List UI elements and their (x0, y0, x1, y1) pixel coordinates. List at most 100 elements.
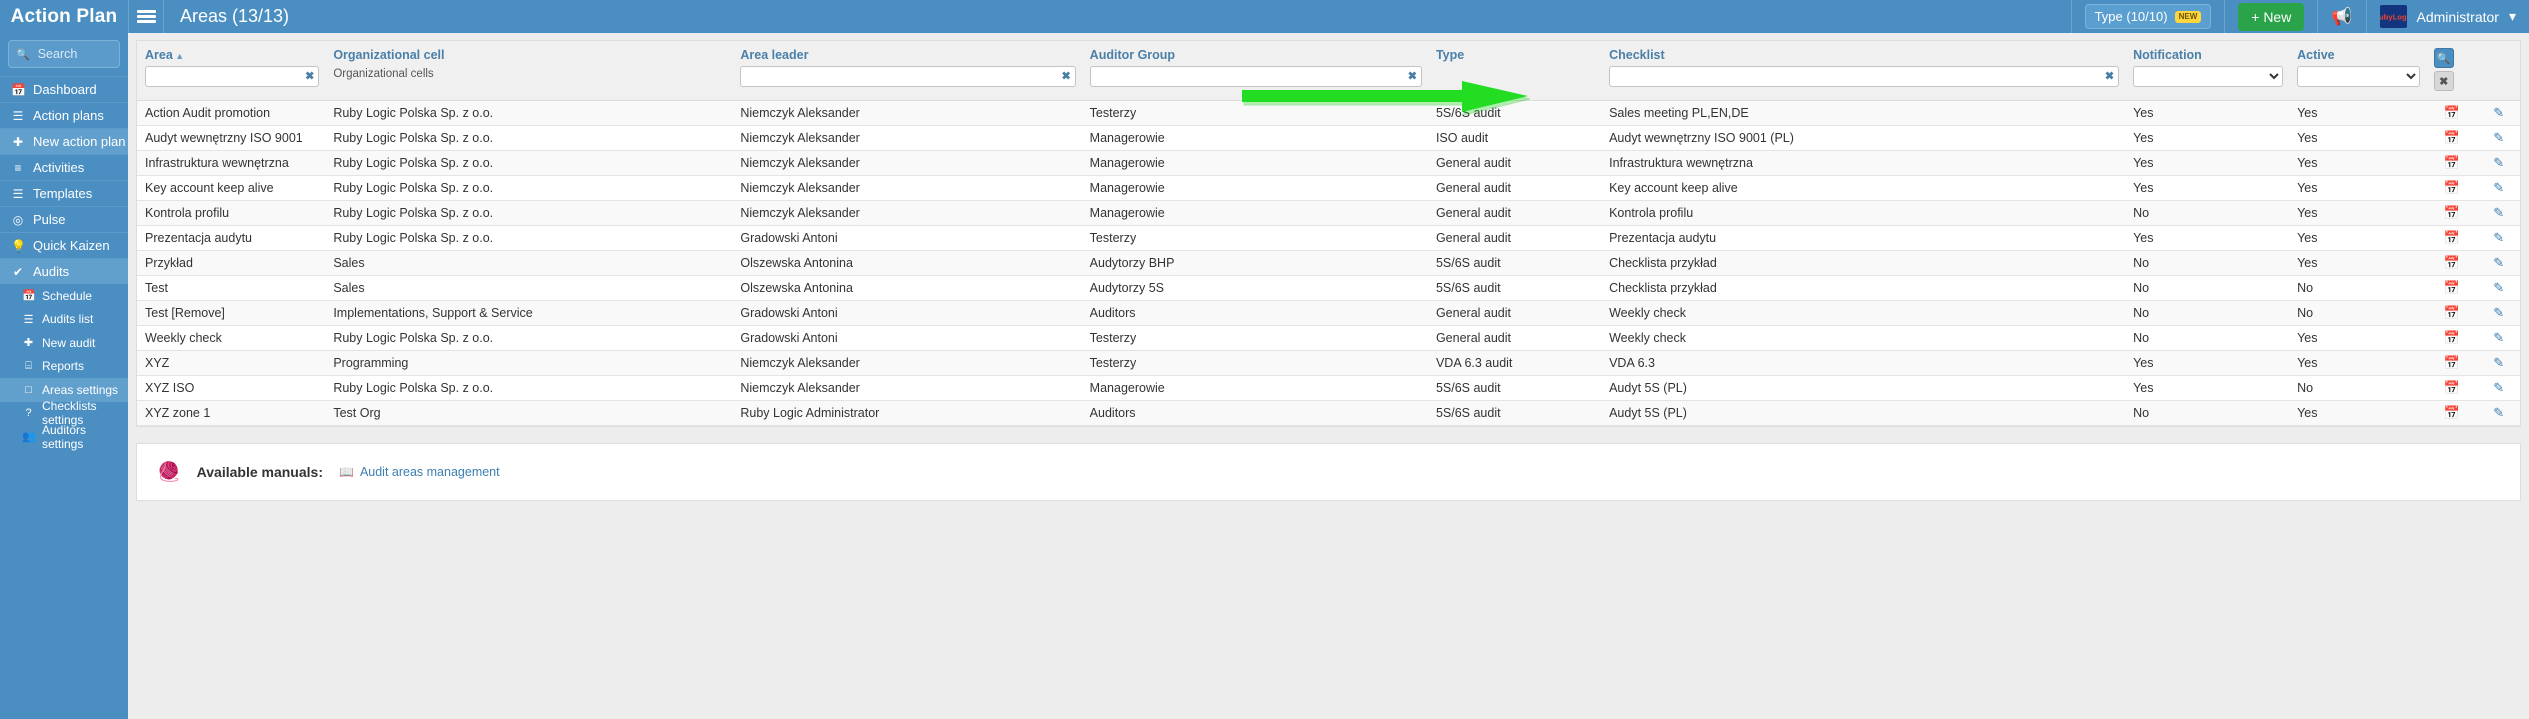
sidebar-subitem-audits-list[interactable]: ☰ Audits list (0, 308, 128, 332)
pencil-icon[interactable]: ✎ (2493, 255, 2504, 270)
table-row[interactable]: Przykład Sales Olszewska Antonina Audytorzy… (137, 250, 2520, 276)
table-row[interactable]: XYZ Programming Niemczyk Aleksander Testerz… (137, 350, 2520, 376)
calendar-check-icon[interactable]: 📅 (2444, 155, 2460, 170)
table-row[interactable]: Action Audit promotion Ruby Logic Polska … (137, 100, 2520, 126)
edit-action-cell[interactable]: ✎ (2477, 200, 2520, 226)
edit-action-cell[interactable]: ✎ (2477, 300, 2520, 326)
edit-action-cell[interactable]: ✎ (2477, 150, 2520, 176)
edit-action-cell[interactable]: ✎ (2477, 325, 2520, 351)
pencil-icon[interactable]: ✎ (2493, 355, 2504, 370)
edit-action-cell[interactable]: ✎ (2477, 225, 2520, 251)
sidebar-subitem-auditors-settings[interactable]: 👥 Auditors settings (0, 423, 128, 451)
schedule-action-cell[interactable]: 📅 (2425, 350, 2478, 376)
pencil-icon[interactable]: ✎ (2493, 205, 2504, 220)
sidebar-subitem-new-audit[interactable]: ✚ New audit (0, 331, 128, 355)
calendar-check-icon[interactable]: 📅 (2444, 355, 2460, 370)
sidebar-item-quick-kaizen[interactable]: 💡 Quick Kaizen (0, 232, 128, 258)
table-row[interactable]: Prezentacja audytu Ruby Logic Polska Sp. … (137, 225, 2520, 251)
sidebar-subitem-checklists-settings[interactable]: ? Checklists settings (0, 399, 128, 427)
pencil-icon[interactable]: ✎ (2493, 155, 2504, 170)
column-header-type[interactable]: Type (1427, 41, 1602, 101)
calendar-check-icon[interactable]: 📅 (2444, 205, 2460, 220)
edit-action-cell[interactable]: ✎ (2477, 175, 2520, 201)
table-row[interactable]: Weekly check Ruby Logic Polska Sp. z o.o.… (137, 325, 2520, 351)
edit-action-cell[interactable]: ✎ (2477, 400, 2520, 426)
table-row[interactable]: Infrastruktura wewnętrzna Ruby Logic Pols… (137, 150, 2520, 176)
table-row[interactable]: XYZ zone 1 Test Org Ruby Logic Administrat… (137, 400, 2520, 426)
filter-clear-icon-leader[interactable]: ✖ (1061, 71, 1070, 82)
table-row[interactable]: Test Sales Olszewska Antonina Audytorzy 5S 5… (137, 275, 2520, 301)
column-header-org_cell[interactable]: Organizational cell Organizational cells (325, 41, 733, 101)
schedule-action-cell[interactable]: 📅 (2425, 100, 2478, 126)
filter-clear-icon-area[interactable]: ✖ (305, 71, 314, 82)
schedule-action-cell[interactable]: 📅 (2425, 375, 2478, 401)
hamburger-icon[interactable] (128, 0, 164, 33)
filter-input-checklist[interactable] (1609, 66, 2120, 87)
schedule-action-cell[interactable]: 📅 (2425, 200, 2478, 226)
pencil-icon[interactable]: ✎ (2493, 405, 2504, 420)
calendar-check-icon[interactable]: 📅 (2444, 330, 2460, 345)
schedule-action-cell[interactable]: 📅 (2425, 175, 2478, 201)
filter-clear-icon-group[interactable]: ✖ (1408, 71, 1417, 82)
pencil-icon[interactable]: ✎ (2493, 380, 2504, 395)
edit-action-cell[interactable]: ✎ (2477, 100, 2520, 126)
edit-action-cell[interactable]: ✎ (2477, 275, 2520, 301)
column-header-checklist[interactable]: Checklist ✖ (1601, 41, 2126, 101)
megaphone-icon[interactable]: 📢 (2331, 7, 2352, 27)
close-icon[interactable]: ✖ (2433, 71, 2454, 91)
search-box[interactable]: 🔍 (8, 40, 120, 68)
calendar-check-icon[interactable]: 📅 (2444, 105, 2460, 120)
filter-input-area[interactable] (145, 66, 320, 87)
schedule-action-cell[interactable]: 📅 (2425, 150, 2478, 176)
schedule-action-cell[interactable]: 📅 (2425, 125, 2478, 151)
sidebar-item-new-action-plan[interactable]: ✚ New action plan (0, 128, 128, 154)
schedule-action-cell[interactable]: 📅 (2425, 400, 2478, 426)
edit-action-cell[interactable]: ✎ (2477, 375, 2520, 401)
type-filter-button[interactable]: Type (10/10) NEW (2084, 4, 2212, 29)
schedule-action-cell[interactable]: 📅 (2425, 325, 2478, 351)
table-row[interactable]: Test [Remove] Implementations, Support & … (137, 300, 2520, 326)
sidebar-item-activities[interactable]: ≡ Activities (0, 154, 128, 180)
filter-input-group[interactable] (1089, 66, 1422, 87)
schedule-action-cell[interactable]: 📅 (2425, 225, 2478, 251)
search-icon[interactable]: 🔍 (2433, 48, 2454, 68)
search-input[interactable] (35, 46, 112, 62)
sidebar-subitem-reports[interactable]: ⌸ Reports (0, 355, 128, 379)
pencil-icon[interactable]: ✎ (2493, 230, 2504, 245)
filter-select-active[interactable] (2297, 66, 2420, 87)
calendar-check-icon[interactable]: 📅 (2444, 130, 2460, 145)
sidebar-subitem-schedule[interactable]: 📅 Schedule (0, 284, 128, 308)
calendar-check-icon[interactable]: 📅 (2444, 280, 2460, 295)
sidebar-subitem-areas-settings[interactable]: □ Areas settings (0, 378, 128, 402)
edit-action-cell[interactable]: ✎ (2477, 250, 2520, 276)
column-header-leader[interactable]: Area leader ✖ (732, 41, 1082, 101)
calendar-check-icon[interactable]: 📅 (2444, 405, 2460, 420)
user-menu[interactable]: RubyLogic Administrator ▾ (2365, 0, 2529, 33)
calendar-check-icon[interactable]: 📅 (2444, 380, 2460, 395)
table-row[interactable]: Kontrola profilu Ruby Logic Polska Sp. z … (137, 200, 2520, 226)
schedule-action-cell[interactable]: 📅 (2425, 250, 2478, 276)
column-header-area[interactable]: Area ▲ ✖ (137, 41, 326, 101)
edit-action-cell[interactable]: ✎ (2477, 350, 2520, 376)
filter-clear-icon-checklist[interactable]: ✖ (2105, 71, 2114, 82)
sidebar-item-pulse[interactable]: ◎ Pulse (0, 206, 128, 232)
calendar-check-icon[interactable]: 📅 (2444, 180, 2460, 195)
pencil-icon[interactable]: ✎ (2493, 280, 2504, 295)
pencil-icon[interactable]: ✎ (2493, 130, 2504, 145)
calendar-check-icon[interactable]: 📅 (2444, 255, 2460, 270)
calendar-check-icon[interactable]: 📅 (2444, 305, 2460, 320)
sidebar-item-templates[interactable]: ☰ Templates (0, 180, 128, 206)
manual-link-audit-areas[interactable]: 📖 Audit areas management (339, 465, 500, 479)
filter-select-notif[interactable] (2133, 66, 2284, 87)
filter-input-leader[interactable] (740, 66, 1076, 87)
pencil-icon[interactable]: ✎ (2493, 105, 2504, 120)
column-header-notif[interactable]: Notification (2125, 41, 2290, 101)
column-header-group[interactable]: Auditor Group ✖ (1081, 41, 1428, 101)
table-row[interactable]: Audyt wewnętrzny ISO 9001 Ruby Logic Pols… (137, 125, 2520, 151)
pencil-icon[interactable]: ✎ (2493, 305, 2504, 320)
pencil-icon[interactable]: ✎ (2493, 180, 2504, 195)
calendar-check-icon[interactable]: 📅 (2444, 230, 2460, 245)
edit-action-cell[interactable]: ✎ (2477, 125, 2520, 151)
pencil-icon[interactable]: ✎ (2493, 330, 2504, 345)
sidebar-item-dashboard[interactable]: 📅 Dashboard (0, 76, 128, 102)
